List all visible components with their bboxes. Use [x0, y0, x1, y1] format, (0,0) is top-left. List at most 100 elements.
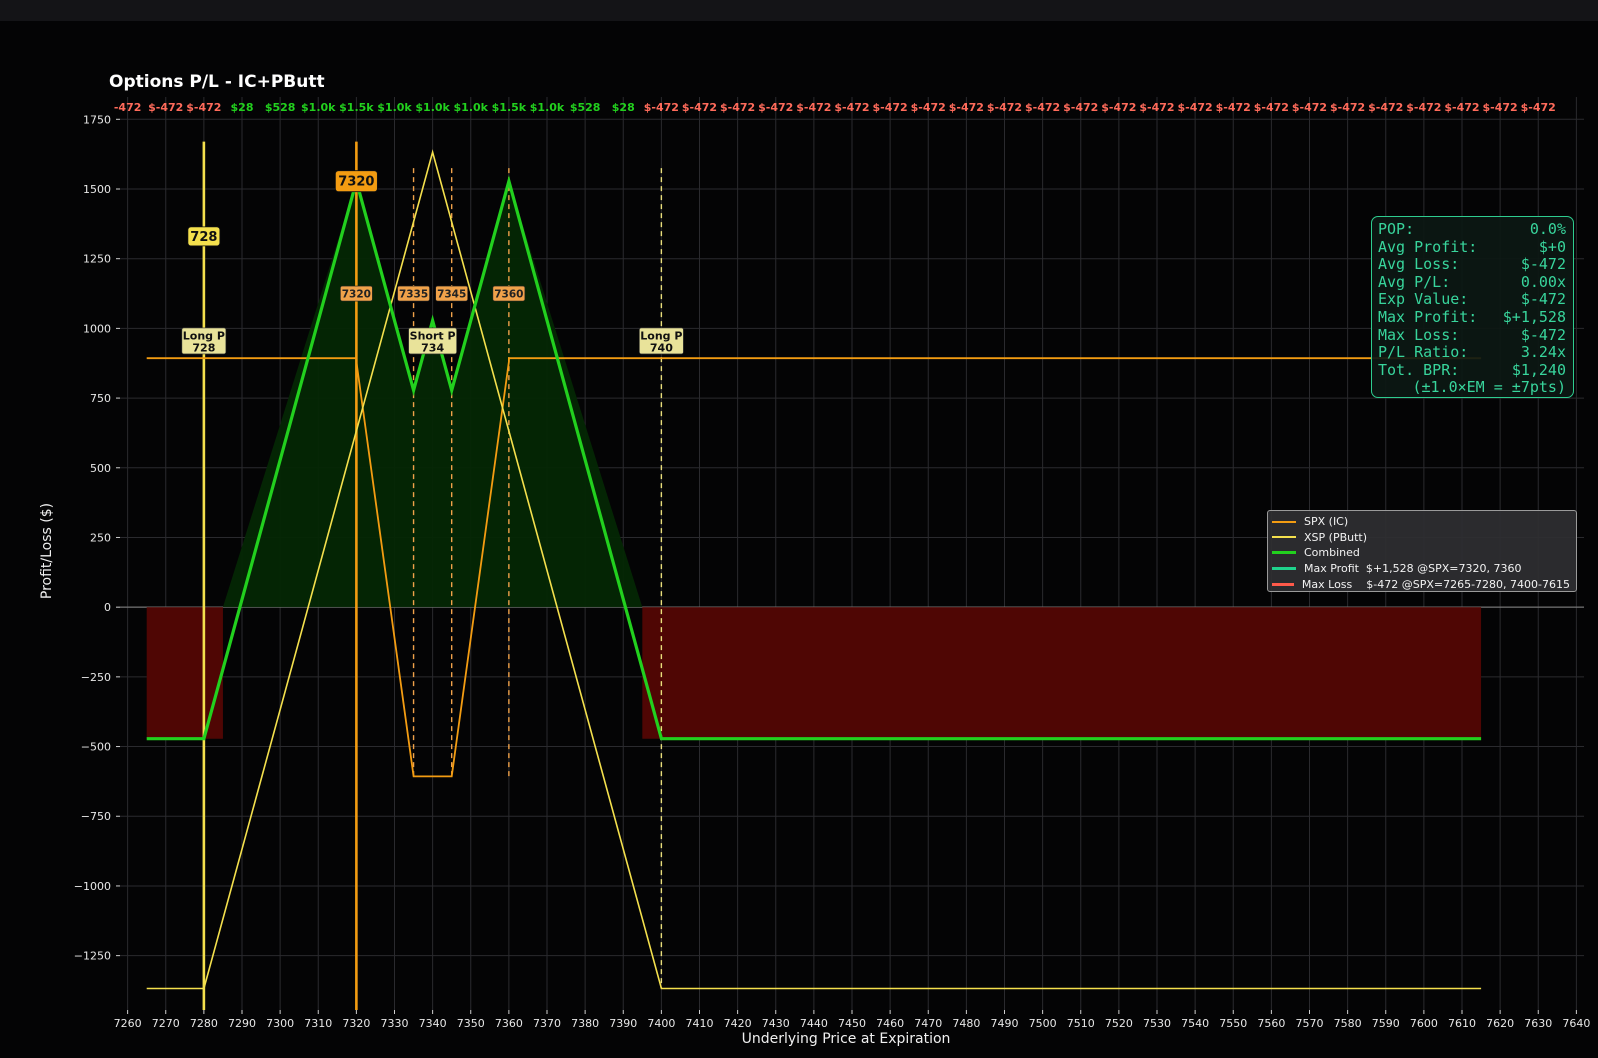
x-tick-label: 7600 — [1410, 1017, 1438, 1030]
strike-badge-label: 7320 — [342, 289, 371, 301]
x-tick-label: 7420 — [724, 1017, 752, 1030]
stat-label: Avg Profit: — [1378, 237, 1478, 256]
top-pl-label: $-472 — [1444, 101, 1479, 114]
x-tick-label: 7300 — [266, 1017, 294, 1030]
x-tick-label: 7560 — [1257, 1017, 1285, 1030]
stat-label: P/L Ratio: — [1378, 343, 1469, 362]
x-tick-label: 7590 — [1372, 1017, 1400, 1030]
stat-row: Avg Loss: $-472 — [1378, 256, 1566, 274]
y-tick-label: −1000 — [74, 880, 111, 893]
top-pl-label: $-472 — [682, 101, 717, 114]
x-tick-label: 7350 — [457, 1017, 485, 1030]
legend-label: Max Loss $-472 @SPX=7265-7280, 7400-7615 — [1301, 577, 1570, 591]
y-tick-label: −250 — [81, 671, 111, 684]
top-pl-label: $-472 — [186, 101, 221, 114]
x-tick-label: 7280 — [190, 1017, 218, 1030]
top-pl-label: $-472 — [758, 101, 793, 114]
x-tick-label: 7360 — [495, 1017, 523, 1030]
stat-row: Avg Profit: $+0 — [1378, 237, 1566, 257]
stat-row: Exp Value: $-472 — [1378, 291, 1566, 309]
top-pl-label: $-472 — [1025, 101, 1060, 114]
top-pl-label: -472 — [114, 101, 142, 114]
legend-swatch — [1272, 582, 1294, 586]
stat-label: Tot. BPR: — [1378, 360, 1460, 379]
x-tick-label: 7330 — [381, 1017, 409, 1030]
stat-label: Avg P/L: — [1378, 272, 1451, 291]
x-tick-label: 7510 — [1067, 1017, 1095, 1030]
top-pl-label: $528 — [265, 101, 296, 114]
legend-swatch — [1272, 567, 1296, 571]
x-tick-label: 7640 — [1562, 1017, 1590, 1030]
y-tick-label: −1250 — [74, 950, 111, 963]
x-tick-label: 7530 — [1143, 1017, 1171, 1030]
x-tick-label: 7460 — [876, 1017, 904, 1030]
legend-item: Max Loss $-472 @SPX=7265-7280, 7400-7615 — [1272, 576, 1570, 592]
top-pl-label: $28 — [612, 101, 635, 114]
top-pl-label: $-472 — [1254, 101, 1289, 114]
x-tick-label: 7540 — [1181, 1017, 1209, 1030]
stat-label: Exp Value: — [1378, 290, 1469, 309]
legend-item: SPX (IC) — [1272, 514, 1570, 530]
top-pl-label: $-472 — [1483, 101, 1518, 114]
top-pl-label: $-472 — [1406, 101, 1441, 114]
legend-label: XSP (PButt) — [1304, 530, 1368, 544]
top-pl-label: $-472 — [1216, 101, 1251, 114]
stats-note: (±1.0×EM = ±7pts) — [1412, 378, 1566, 397]
x-tick-label: 7320 — [342, 1017, 370, 1030]
stat-label: Avg Loss: — [1378, 255, 1460, 274]
x-tick-label: 7490 — [991, 1017, 1019, 1030]
x-tick-label: 7450 — [838, 1017, 866, 1030]
x-tick-label: 7390 — [609, 1017, 637, 1030]
stat-row: Max Profit: $+1,528 — [1378, 307, 1566, 327]
top-pl-label: $528 — [570, 101, 601, 114]
y-tick-label: 250 — [90, 531, 111, 544]
stat-value: $-472 — [1520, 290, 1566, 309]
strike-tag-label: 728 — [190, 230, 217, 245]
x-tick-label: 7630 — [1524, 1017, 1552, 1030]
stat-row: P/L Ratio: 3.24x — [1378, 344, 1566, 362]
strike-badge-label: 7335 — [399, 289, 428, 301]
legend-label: Combined — [1304, 546, 1360, 560]
x-tick-label: 7260 — [114, 1017, 142, 1030]
top-pl-label: $1.5k — [492, 101, 527, 114]
x-tick-label: 7400 — [647, 1017, 675, 1030]
x-tick-label: 7370 — [533, 1017, 561, 1030]
leg-label-strike: 734 — [421, 341, 444, 354]
x-tick-label: 7340 — [419, 1017, 447, 1030]
top-pl-label: $-472 — [949, 101, 984, 114]
x-axis-label: Underlying Price at Expiration — [742, 1031, 951, 1047]
top-pl-label: $-472 — [987, 101, 1022, 114]
top-pl-label: $28 — [231, 101, 254, 114]
stat-label: Max Profit: — [1378, 307, 1478, 326]
stat-value: 0.00x — [1520, 272, 1566, 291]
legend-swatch — [1272, 536, 1296, 539]
legend-label: SPX (IC) — [1304, 515, 1349, 529]
y-tick-label: −500 — [81, 741, 111, 754]
y-tick-label: 750 — [90, 392, 111, 405]
top-pl-label: $1.0k — [530, 101, 565, 114]
stat-value: $+0 — [1538, 237, 1566, 256]
legend-swatch — [1272, 551, 1296, 555]
loss-zone — [146, 607, 223, 739]
chart-title: Options P/L - IC+PButt — [109, 72, 325, 92]
chart-legend: SPX (IC) XSP (PButt) Combined Max Profit $+… — [1267, 510, 1577, 592]
leg-label-strike: 728 — [192, 341, 215, 354]
top-pl-label: $-472 — [834, 101, 869, 114]
legend-label: Max Profit $+1,528 @SPX=7320, 7360 — [1304, 562, 1522, 576]
x-tick-label: 7580 — [1334, 1017, 1362, 1030]
x-tick-label: 7380 — [571, 1017, 599, 1030]
legend-swatch — [1272, 520, 1296, 523]
stat-label: Max Loss: — [1378, 325, 1460, 344]
strike-badge-label: 7360 — [494, 289, 523, 301]
stat-value: $+1,528 — [1502, 307, 1566, 326]
x-tick-label: 7430 — [762, 1017, 790, 1030]
stat-value: $1,240 — [1511, 360, 1566, 379]
x-tick-label: 7550 — [1219, 1017, 1247, 1030]
x-tick-label: 7570 — [1296, 1017, 1324, 1030]
legend-item: Combined — [1272, 545, 1570, 561]
y-tick-label: 1500 — [83, 183, 111, 196]
top-pl-label: $-472 — [1368, 101, 1403, 114]
y-tick-label: 1750 — [83, 113, 111, 126]
top-pl-label: $-472 — [1063, 101, 1098, 114]
x-tick-label: 7610 — [1448, 1017, 1476, 1030]
